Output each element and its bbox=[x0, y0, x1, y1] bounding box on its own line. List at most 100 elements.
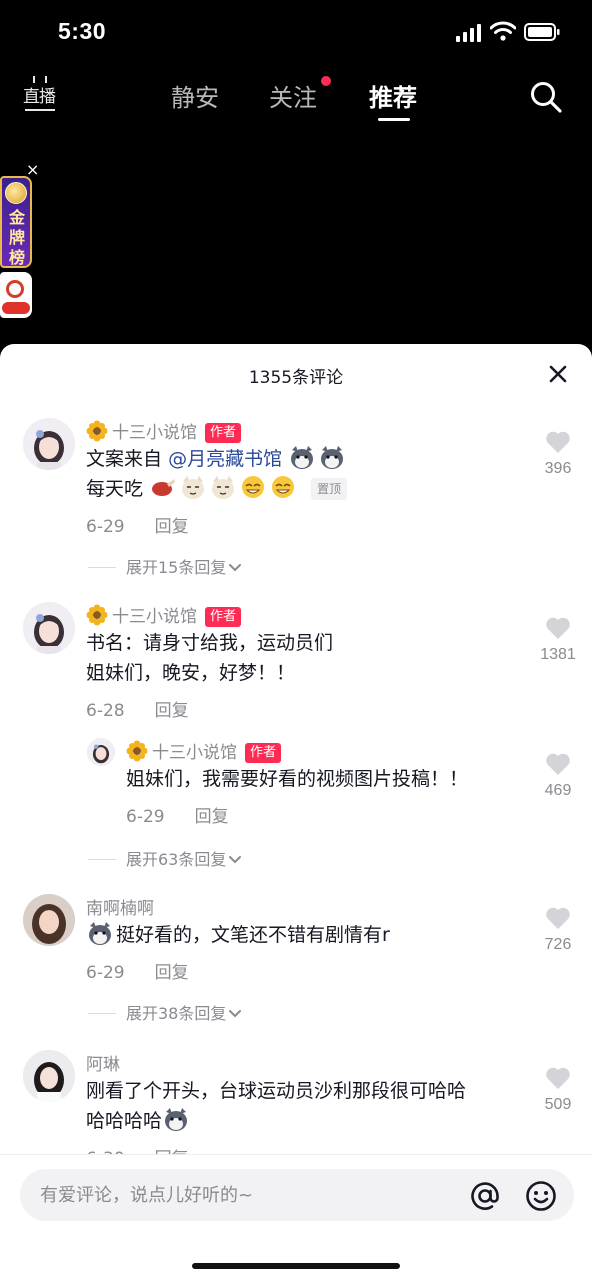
search-icon[interactable] bbox=[529, 80, 563, 114]
sponsor-logo bbox=[0, 272, 32, 318]
like-count: 1381 bbox=[540, 646, 576, 663]
comment-input-bar bbox=[0, 1154, 592, 1280]
comment-text: 书名：请身寸给我，运动员们 姐妹们，晚安，好梦！！ bbox=[86, 628, 333, 688]
comment-date: 6-29 bbox=[86, 963, 125, 983]
author-badge: 作者 bbox=[245, 743, 282, 763]
comment-item: 十三小说馆 作者 书名：请身寸给我，运动员们 姐妹们，晚安，好梦！！ 6-28 回复… bbox=[0, 600, 592, 880]
live-entry-button[interactable]: 直播 bbox=[23, 76, 59, 112]
cat-emoji-icon bbox=[212, 476, 235, 499]
heart-icon bbox=[546, 617, 570, 639]
author-badge: 作者 bbox=[205, 423, 242, 443]
avatar[interactable] bbox=[23, 1050, 75, 1102]
pinned-badge: 置顶 bbox=[311, 478, 348, 500]
reply-author-name[interactable]: 十三小说馆 bbox=[152, 743, 237, 763]
like-button[interactable]: 509 bbox=[536, 1066, 580, 1114]
husky-emoji-icon bbox=[165, 1108, 188, 1131]
comment-text-line: 刚看了个开头，台球运动员沙利那段很可哈哈 bbox=[86, 1080, 467, 1102]
comment-sheet: 1355条评论 十三小说馆 作者 文案来自 @月亮藏书馆 每天吃 置顶 6-29… bbox=[0, 344, 592, 1280]
expand-replies-button[interactable]: 展开63条回复 bbox=[88, 846, 242, 870]
sponsor-logo-mark bbox=[2, 302, 30, 314]
follow-notification-dot bbox=[321, 76, 331, 86]
comment-text-line: 挺好看的，文笔还不错有剧情有r bbox=[116, 924, 390, 946]
reply-meta: 6-29 回复 bbox=[126, 802, 229, 827]
reply-button[interactable]: 回复 bbox=[195, 807, 229, 827]
comment-text-prefix: 文案来自 bbox=[86, 448, 163, 470]
like-button[interactable]: 1381 bbox=[536, 616, 580, 664]
comment-item: 南啊楠啊 挺好看的，文笔还不错有剧情有r 6-29 回复 726 展开38条回复 bbox=[0, 892, 592, 1032]
grin-emoji-icon bbox=[272, 476, 295, 498]
like-count: 509 bbox=[544, 1096, 572, 1113]
comment-sheet-header: 1355条评论 bbox=[0, 344, 592, 404]
comment-input[interactable] bbox=[40, 1181, 460, 1209]
comment-author-line: 十三小说馆 作者 bbox=[86, 602, 242, 627]
grin-emoji-icon bbox=[242, 476, 265, 498]
like-button[interactable]: 469 bbox=[536, 752, 580, 800]
expand-replies-label: 展开63条回复 bbox=[126, 850, 227, 869]
like-button[interactable]: 396 bbox=[536, 430, 580, 478]
avatar[interactable] bbox=[23, 894, 75, 946]
avatar[interactable] bbox=[23, 602, 75, 654]
reply-button[interactable]: 回复 bbox=[155, 517, 189, 537]
heart-icon bbox=[546, 907, 570, 929]
comment-item: 阿琳 刚看了个开头，台球运动员沙利那段很可哈哈 哈哈哈哈 6-30回复 509 bbox=[0, 1048, 592, 1169]
wifi-icon bbox=[490, 21, 516, 41]
reply-button[interactable]: 回复 bbox=[155, 963, 189, 983]
comment-input-box[interactable] bbox=[20, 1169, 574, 1221]
comment-text-line: 哈哈哈哈 bbox=[86, 1110, 163, 1132]
comment-author-name[interactable]: 南啊楠啊 bbox=[86, 894, 154, 919]
expand-replies-button[interactable]: 展开15条回复 bbox=[88, 554, 242, 578]
avatar[interactable] bbox=[23, 418, 75, 470]
heart-icon bbox=[546, 1067, 570, 1089]
comment-count-title: 1355条评论 bbox=[248, 368, 344, 388]
battery-icon bbox=[524, 23, 560, 41]
comment-text: 挺好看的，文笔还不错有剧情有r bbox=[86, 920, 390, 950]
tab-recommend[interactable]: 推荐 bbox=[369, 78, 417, 113]
expand-replies-button[interactable]: 展开38条回复 bbox=[88, 1000, 242, 1024]
sunflower-icon bbox=[86, 420, 108, 442]
avatar[interactable] bbox=[87, 738, 115, 766]
comment-text-line: 每天吃 bbox=[86, 478, 144, 500]
mention-link[interactable]: @月亮藏书馆 bbox=[168, 448, 282, 470]
sunflower-icon bbox=[126, 740, 148, 762]
tab-jingan[interactable]: 静安 bbox=[171, 78, 219, 113]
tab-follow[interactable]: 关注 bbox=[269, 78, 317, 113]
heart-icon bbox=[546, 753, 570, 775]
reply-text: 姐妹们，我需要好看的视频图片投稿！！ bbox=[126, 768, 469, 790]
like-count: 396 bbox=[544, 460, 572, 477]
cat-emoji-icon bbox=[182, 476, 205, 499]
comment-meta: 6-29 回复 bbox=[86, 512, 189, 537]
husky-emoji-icon bbox=[291, 446, 314, 469]
expand-replies-label: 展开15条回复 bbox=[126, 558, 227, 577]
sponsor-logo-icon bbox=[6, 280, 24, 298]
gold-badge-label: 金牌榜 bbox=[8, 208, 25, 267]
comment-author-name[interactable]: 十三小说馆 bbox=[112, 423, 197, 443]
status-bar: 5:30 bbox=[0, 0, 592, 64]
comment-meta: 6-29 回复 bbox=[86, 958, 189, 983]
gold-medal-leaderboard-badge[interactable]: 金牌榜 bbox=[0, 168, 34, 320]
comment-author-name[interactable]: 十三小说馆 bbox=[112, 607, 197, 627]
expand-replies-label: 展开38条回复 bbox=[126, 1004, 227, 1023]
gold-badge-panel: 金牌榜 bbox=[0, 176, 32, 268]
author-badge: 作者 bbox=[205, 607, 242, 627]
husky-emoji-icon bbox=[321, 446, 344, 469]
steak-emoji-icon bbox=[152, 479, 176, 496]
at-icon[interactable] bbox=[468, 1179, 502, 1213]
avatar-image bbox=[87, 738, 115, 766]
chevron-down-icon bbox=[229, 856, 242, 864]
gold-medal-icon bbox=[5, 182, 27, 204]
comment-author-line: 十三小说馆 作者 bbox=[86, 418, 242, 443]
emoji-icon[interactable] bbox=[524, 1179, 558, 1213]
close-icon[interactable] bbox=[546, 362, 570, 386]
comment-meta: 6-28 回复 bbox=[86, 696, 189, 721]
reply-button[interactable]: 回复 bbox=[155, 701, 189, 721]
comment-date: 6-28 bbox=[86, 701, 125, 721]
avatar-image bbox=[23, 894, 75, 946]
reply-date: 6-29 bbox=[126, 807, 165, 827]
like-button[interactable]: 726 bbox=[536, 906, 580, 954]
like-count: 469 bbox=[544, 782, 572, 799]
comment-author-name[interactable]: 阿琳 bbox=[86, 1050, 120, 1075]
comment-text-line: 书名：请身寸给我，运动员们 bbox=[86, 632, 334, 654]
divider-line bbox=[88, 1013, 116, 1014]
comment-text: 文案来自 @月亮藏书馆 每天吃 置顶 bbox=[86, 444, 348, 504]
avatar-image bbox=[23, 602, 75, 654]
